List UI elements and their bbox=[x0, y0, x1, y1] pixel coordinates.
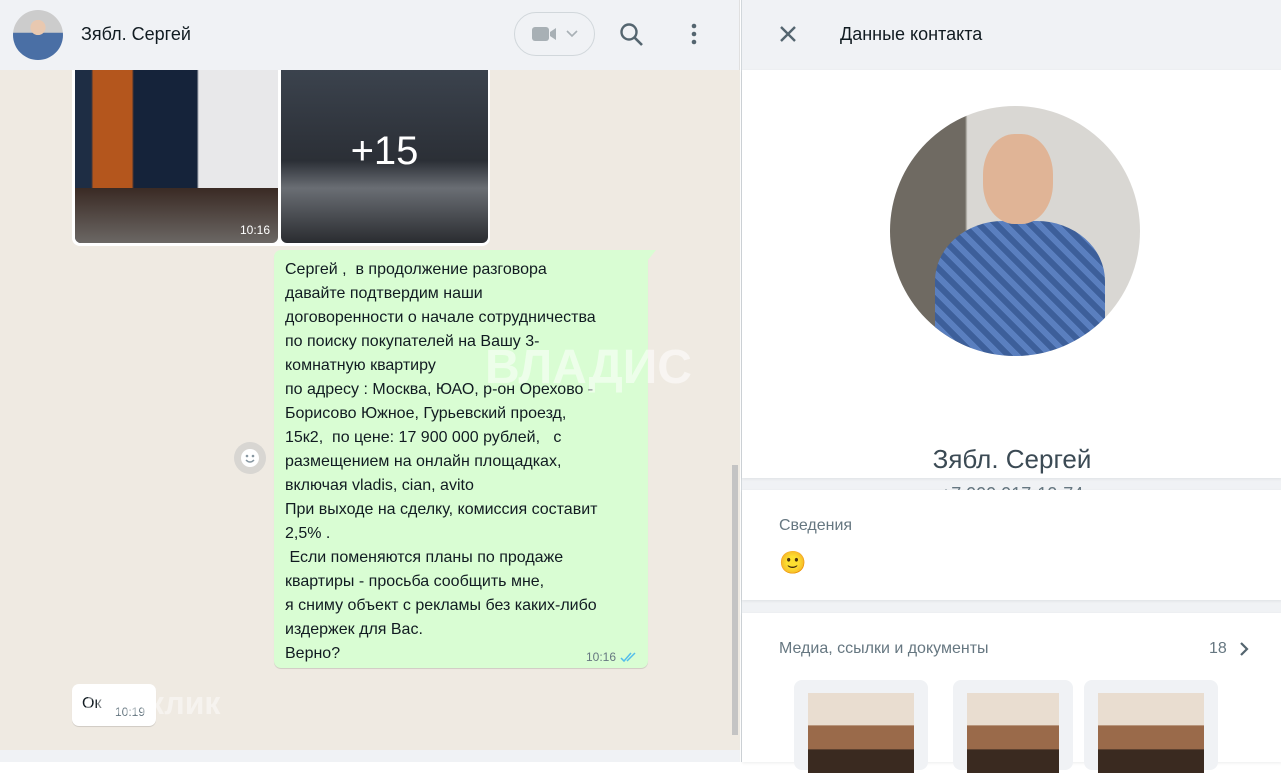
message-line: размещением на онлайн площадках, bbox=[285, 453, 562, 470]
media-label: Медиа, ссылки и документы bbox=[779, 640, 989, 657]
message-time: 10:16 bbox=[239, 223, 270, 237]
contact-info-panel: Данные контакта Зябл. Сергей +7 999 917-… bbox=[741, 0, 1281, 773]
about-value: 🙂 bbox=[779, 550, 807, 575]
chevron-right-icon[interactable] bbox=[1239, 641, 1249, 657]
message-line: по адресу : Москва, ЮАО, р-он Орехово - bbox=[285, 381, 594, 398]
chat-header: Зябл. Сергей bbox=[0, 0, 740, 70]
message-line: Если поменяются планы по продаже bbox=[285, 549, 564, 566]
contact-avatar[interactable] bbox=[13, 10, 63, 60]
contact-panel-title: Данные контакта bbox=[840, 24, 983, 44]
message-line: издержек для Вас. bbox=[285, 621, 423, 638]
outgoing-message[interactable]: Сергей , в продолжение разговора давайте… bbox=[274, 250, 656, 668]
media-thumbnail[interactable] bbox=[953, 680, 1073, 773]
chat-footer bbox=[0, 750, 740, 762]
message-time: 10:19 bbox=[115, 705, 146, 719]
message-line: Верно? bbox=[285, 645, 341, 662]
message-line: Сергей , в продолжение разговора bbox=[285, 261, 547, 278]
about-section: Сведения 🙂 bbox=[742, 490, 1281, 600]
video-camera-icon bbox=[531, 27, 556, 41]
about-label: Сведения bbox=[779, 517, 853, 534]
media-more-photos[interactable]: +15 bbox=[281, 60, 488, 243]
message-line: Борисово Южное, Гурьевский проезд, bbox=[285, 405, 567, 422]
message-line: я сниму объект с рекламы без каких-либо bbox=[285, 597, 597, 614]
contact-panel-header: Данные контакта bbox=[742, 0, 1281, 70]
chat-scrollbar[interactable] bbox=[730, 70, 740, 750]
chevron-down-icon bbox=[565, 30, 578, 38]
scrollbar-thumb[interactable] bbox=[732, 465, 738, 735]
message-time: 10:16 bbox=[585, 650, 616, 664]
media-count: 18 bbox=[1209, 640, 1227, 657]
more-count: +15 bbox=[350, 129, 419, 173]
message-line: давайте подтвердим наши bbox=[285, 285, 483, 302]
video-call-button[interactable] bbox=[514, 12, 595, 56]
message-line: включая vladis, cian, avito bbox=[285, 477, 474, 494]
search-icon[interactable] bbox=[619, 22, 645, 48]
smiley-icon bbox=[241, 449, 259, 467]
profile-section: Зябл. Сергей +7 999 917-10-74 bbox=[742, 70, 1281, 504]
incoming-message[interactable]: Ок 10:19 bbox=[72, 684, 156, 726]
message-line: При выходе на сделку, комиссия составит bbox=[285, 501, 598, 518]
media-photo[interactable]: 10:16 bbox=[75, 60, 278, 243]
profile-photo[interactable] bbox=[890, 106, 1140, 356]
message-line: комнатную квартиру bbox=[285, 357, 436, 374]
message-line: 2,5% . bbox=[285, 525, 331, 542]
media-thumbnail[interactable] bbox=[794, 680, 928, 773]
message-meta: 10:16 bbox=[586, 650, 638, 664]
contact-name: Зябл. Сергей bbox=[932, 444, 1092, 474]
react-button[interactable] bbox=[234, 442, 266, 474]
message-line: договоренности о начале сотрудничества bbox=[285, 309, 596, 326]
close-icon[interactable] bbox=[779, 25, 797, 43]
menu-icon[interactable] bbox=[688, 22, 700, 48]
message-line: квартиры - просьба сообщить мне, bbox=[285, 573, 545, 590]
media-message[interactable]: 10:16 +15 bbox=[72, 60, 490, 246]
media-thumbnail[interactable] bbox=[1084, 680, 1218, 773]
chat-pane: Зябл. Сергей 10:16 +15 Сергей , в продол… bbox=[0, 0, 740, 762]
message-text: Ок bbox=[82, 695, 102, 712]
double-check-read-icon bbox=[620, 652, 636, 663]
message-line: по поиску покупателей на Вашу 3- bbox=[285, 333, 540, 350]
message-line: 15к2, по цене: 17 900 000 рублей, с bbox=[285, 429, 562, 446]
chat-title[interactable]: Зябл. Сергей bbox=[81, 24, 191, 45]
